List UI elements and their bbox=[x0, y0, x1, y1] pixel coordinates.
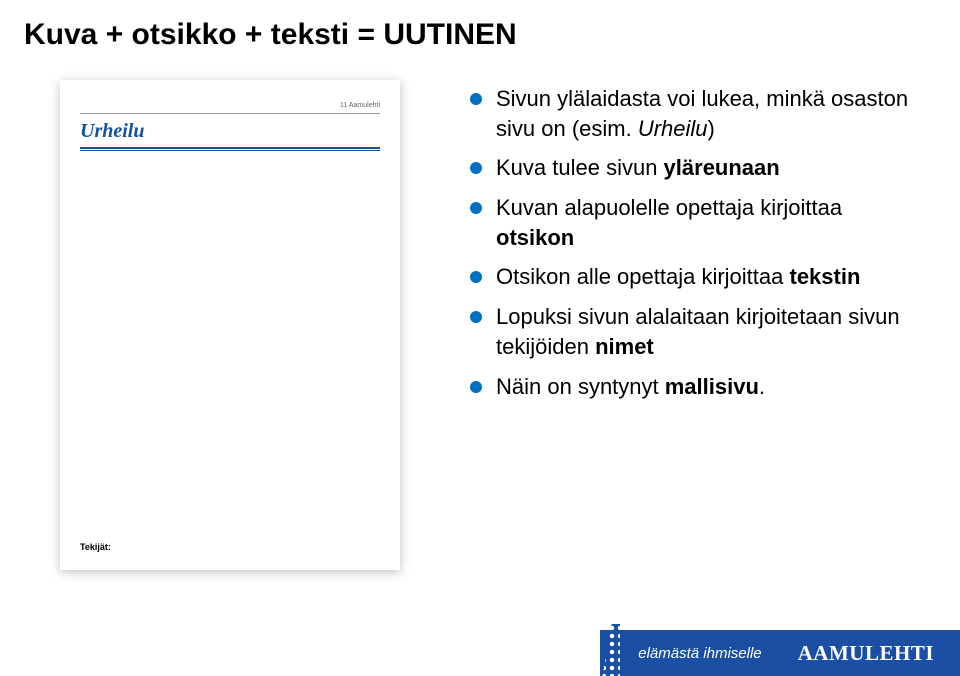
list-item: Sivun ylälaidasta voi lukea, minkä osast… bbox=[470, 84, 920, 143]
bullet-text: . bbox=[759, 374, 765, 399]
bullet-text-bold: mallisivu bbox=[665, 374, 759, 399]
brand-logo: AAMULEHTI bbox=[798, 641, 934, 666]
bullet-text-bold: otsikon bbox=[496, 225, 574, 250]
list-item: Kuva tulee sivun yläreunaan bbox=[470, 153, 920, 183]
bullet-text: Kuva tulee sivun bbox=[496, 155, 664, 180]
page-preview: 11 Aamulehti Urheilu Tekijät: bbox=[60, 80, 400, 570]
content-row: 11 Aamulehti Urheilu Tekijät: Sivun yläl… bbox=[0, 52, 960, 570]
bullet-text-bold: tekstin bbox=[790, 264, 861, 289]
bullet-text-bold: nimet bbox=[595, 334, 654, 359]
slide-title: Kuva + otsikko + teksti = UUTINEN bbox=[0, 0, 960, 52]
preview-section-title: Urheilu bbox=[80, 114, 380, 147]
bullet-text-bold: yläreunaan bbox=[664, 155, 780, 180]
list-item: Otsikon alle opettaja kirjoittaa tekstin bbox=[470, 262, 920, 292]
footer-brand-box: AAMULEHTI bbox=[784, 630, 960, 676]
footer-tagline: elämästä ihmiselle bbox=[600, 630, 783, 676]
footer: elämästä ihmiselle AAMULEHTI bbox=[600, 630, 960, 676]
page-preview-inner: 11 Aamulehti Urheilu Tekijät: bbox=[80, 102, 380, 552]
list-item: Lopuksi sivun alalaitaan kirjoitetaan si… bbox=[470, 302, 920, 361]
list-item: Näin on syntynyt mallisivu. bbox=[470, 372, 920, 402]
bullet-list: Sivun ylälaidasta voi lukea, minkä osast… bbox=[470, 80, 920, 570]
preview-top-meta: 11 Aamulehti bbox=[80, 102, 380, 114]
bullet-text-italic: Urheilu bbox=[638, 116, 708, 141]
bullet-text: ) bbox=[708, 116, 715, 141]
preview-rule-thick bbox=[80, 147, 380, 149]
bullet-text: Otsikon alle opettaja kirjoittaa bbox=[496, 264, 790, 289]
bullet-text: Kuvan alapuolelle opettaja kirjoittaa bbox=[496, 195, 842, 220]
bullet-text: Näin on syntynyt bbox=[496, 374, 665, 399]
bullet-text: Lopuksi sivun alalaitaan kirjoitetaan si… bbox=[496, 304, 900, 359]
preview-rule-thin bbox=[80, 150, 380, 151]
preview-footer-label: Tekijät: bbox=[80, 542, 111, 552]
list-item: Kuvan alapuolelle opettaja kirjoittaa ot… bbox=[470, 193, 920, 252]
